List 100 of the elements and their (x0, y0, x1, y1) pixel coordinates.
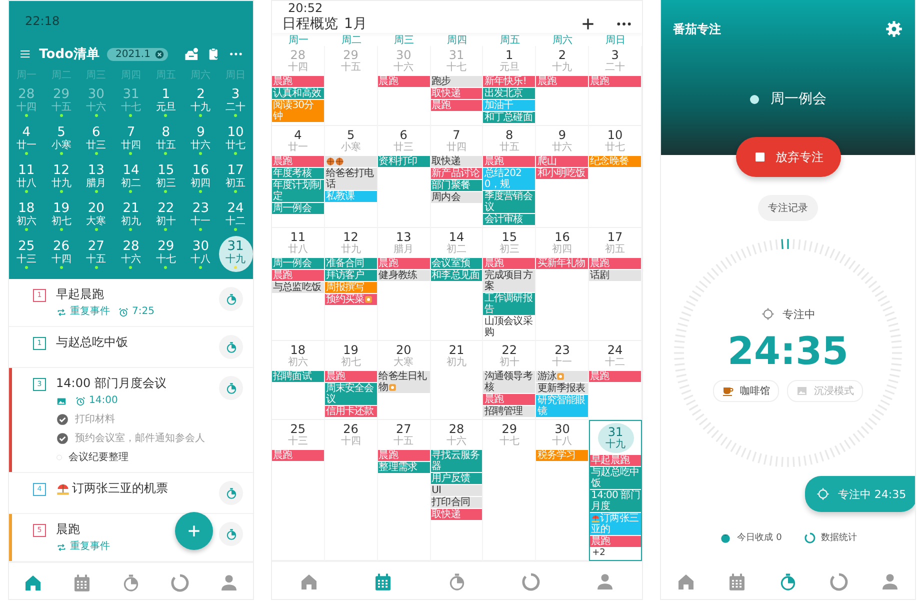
event-chip[interactable]: 晨跑 (324, 371, 377, 382)
day-cell[interactable]: 31 十七 (114, 84, 148, 120)
day-cell[interactable]: 16 初四 (548, 230, 576, 256)
day-cell[interactable]: 23 十一 (548, 343, 576, 369)
event-chip[interactable]: 寻找云服务器 (430, 450, 482, 472)
day-cell[interactable]: 6 廿三 (390, 128, 418, 154)
day-cell[interactable]: 21 初九 (114, 198, 148, 234)
day-cell[interactable]: 14 初二 (114, 160, 148, 196)
event-chip[interactable]: 周一例会 (272, 258, 324, 269)
event-chip[interactable]: 周报撰写 (324, 282, 377, 293)
event-chip[interactable]: 年度考核 (272, 168, 324, 179)
day-cell[interactable]: 5 小寒 (336, 128, 365, 154)
day-cell[interactable]: 2 十九 (548, 48, 576, 74)
event-chip[interactable]: 周末安全会议 (324, 383, 377, 405)
event-chip[interactable]: 爬山 (536, 156, 588, 167)
event-chip[interactable]: 晨跑 (272, 156, 324, 167)
event-chip[interactable]: 健身教练 (378, 270, 430, 281)
event-chip[interactable]: 阅读30分钟 (272, 100, 324, 122)
day-cell[interactable]: 25 十三 (9, 236, 44, 272)
event-chip[interactable]: 晨跑 (536, 76, 588, 87)
day-cell[interactable]: 1 元旦 (148, 84, 183, 120)
focus-status-button[interactable]: 专注中 24:35 (805, 476, 915, 512)
event-chip[interactable]: 话剧 (589, 270, 641, 281)
event-chip[interactable]: 更新季报表 (536, 383, 588, 394)
event-chip[interactable]: 晨跑 (589, 76, 641, 87)
event-chip[interactable]: 沟通领导考核 (483, 371, 536, 393)
event-chip[interactable]: UI (430, 485, 482, 496)
day-cell[interactable]: 31 十九 (598, 423, 634, 453)
event-chip[interactable]: 取快递 (430, 156, 482, 167)
day-cell[interactable]: 31 十九 (218, 236, 253, 272)
event-chip[interactable]: 拜访客户 (324, 270, 377, 281)
event-chip[interactable]: 买新年礼物 (536, 258, 588, 269)
day-cell[interactable]: 4 廿一 (9, 122, 44, 158)
event-chip[interactable]: 研究智能眼镜 (536, 395, 588, 417)
event-chip[interactable]: 新产品讨论 (430, 168, 482, 179)
event-chip[interactable]: 周一例会 (272, 203, 324, 214)
date-chip[interactable]: 2021.1 (107, 48, 168, 60)
day-cell[interactable]: 23 十一 (184, 198, 218, 234)
day-cell[interactable]: 30 十八 (548, 422, 576, 448)
day-cell[interactable]: 30 十六 (390, 48, 418, 74)
day-cell[interactable]: 19 初七 (336, 343, 365, 369)
day-cell[interactable]: 5 小寒 (44, 122, 78, 158)
event-chip[interactable]: 和小明吃饭 (536, 168, 588, 179)
day-cell[interactable]: 20 大寒 (79, 198, 114, 234)
day-cell[interactable]: 22 初十 (495, 343, 524, 369)
day-cell[interactable]: 31 十七 (442, 48, 470, 74)
event-chip[interactable]: 晨跑 (483, 394, 536, 405)
event-chip[interactable]: 和李总见面 (430, 270, 482, 281)
day-cell[interactable]: 3 二十 (218, 84, 253, 120)
day-cell[interactable]: 6 廿三 (79, 122, 114, 158)
day-cell[interactable]: 19 初七 (44, 198, 78, 234)
event-chip[interactable]: 给爸生日礼物 (378, 371, 430, 393)
event-chip[interactable]: 部门聚餐 (430, 180, 482, 191)
day-cell[interactable]: 21 初九 (442, 343, 470, 369)
event-chip[interactable]: 出发北京 (483, 88, 536, 99)
event-chip[interactable]: 晨跑 (272, 270, 324, 281)
day-cell[interactable]: 7 廿四 (442, 128, 470, 154)
day-cell[interactable]: 10 廿七 (601, 128, 630, 154)
day-cell[interactable]: 8 廿五 (148, 122, 183, 158)
event-chip[interactable]: 晨跑 (590, 536, 641, 547)
event-chip[interactable]: 晨跑 (430, 100, 482, 111)
event-chip[interactable]: 工作调研报告 (483, 293, 536, 315)
day-cell[interactable]: 30 十八 (184, 236, 218, 272)
day-cell[interactable]: 28 十六 (114, 236, 148, 272)
event-chip[interactable]: 取快递 (430, 88, 482, 99)
day-cell[interactable]: 13 腊月 (79, 160, 114, 196)
day-cell[interactable]: 17 初五 (601, 230, 630, 256)
day-cell[interactable]: 4 廿一 (284, 128, 312, 154)
day-cell[interactable]: 26 十四 (44, 236, 78, 272)
event-chip[interactable]: 晨跑 (272, 76, 324, 87)
day-cell[interactable]: 29 十七 (148, 236, 183, 272)
event-chip[interactable]: 晨跑 (483, 258, 536, 269)
event-chip[interactable]: 订两张三亚的 (590, 513, 641, 535)
day-cell[interactable]: 11 廿八 (9, 160, 44, 196)
mode-chip[interactable]: 咖啡馆 (713, 380, 779, 402)
day-cell[interactable]: 8 廿五 (495, 128, 524, 154)
event-chip[interactable]: 晨跑 (589, 258, 641, 269)
event-chip[interactable]: 会计审核 (483, 214, 536, 225)
event-chip[interactable]: 晨跑 (378, 258, 430, 269)
day-cell[interactable]: 22 初十 (148, 198, 183, 234)
event-chip[interactable]: 预约买菜 (324, 294, 377, 305)
day-cell[interactable]: 30 十六 (79, 84, 114, 120)
day-cell[interactable]: 9 廿六 (184, 122, 218, 158)
event-chip[interactable]: 山顶会议采购 (483, 316, 536, 338)
day-cell[interactable]: 27 十五 (390, 422, 418, 448)
day-cell[interactable]: 29 十五 (44, 84, 78, 120)
day-cell[interactable]: 1 元旦 (495, 48, 524, 74)
day-cell[interactable]: 7 廿四 (114, 122, 148, 158)
day-cell[interactable]: 15 初三 (495, 230, 524, 256)
event-chip[interactable]: 与总监吃饭 (272, 282, 324, 293)
event-chip[interactable]: 资料打印 (378, 156, 430, 167)
event-chip[interactable]: 晨跑 (483, 156, 536, 167)
event-chip[interactable]: 和丁总碰面 (483, 112, 536, 123)
event-chip[interactable]: 认真和高效 (272, 88, 324, 99)
event-chip[interactable]: 给爸爸打电话 (324, 168, 377, 190)
event-chip[interactable]: 周内会 (430, 192, 482, 203)
event-chip[interactable]: 加油干 (483, 100, 536, 111)
event-chip[interactable]: 游泳 (536, 371, 588, 382)
day-cell[interactable]: 9 廿六 (548, 128, 576, 154)
event-chip[interactable]: 年度计划制定 (272, 180, 324, 202)
